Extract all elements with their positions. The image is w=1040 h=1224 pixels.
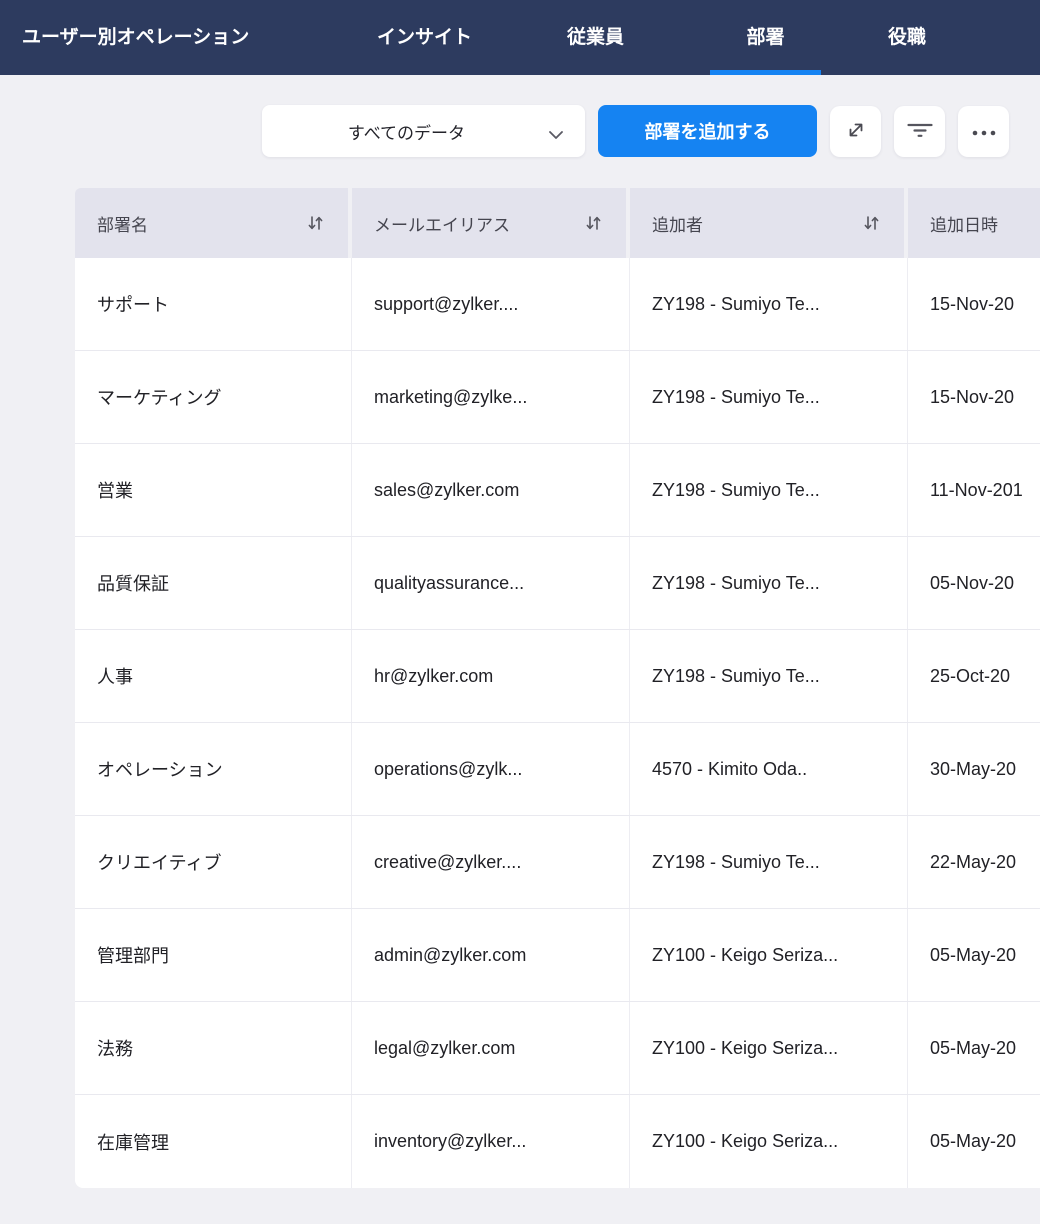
- chevron-down-icon: [549, 127, 563, 145]
- table-row[interactable]: 在庫管理 inventory@zylker... ZY100 - Keigo S…: [75, 1095, 1040, 1188]
- sort-icon[interactable]: [307, 214, 324, 232]
- departments-table: 部署名 メールエイリアス 追加者: [75, 188, 1040, 1188]
- cell-added-on: 11-Nov-201: [908, 444, 1040, 536]
- cell-mail-alias: hr@zylker.com: [352, 630, 630, 722]
- cell-added-on: 05-Nov-20: [908, 537, 1040, 629]
- cell-added-on: 05-May-20: [908, 1095, 1040, 1188]
- cell-added-by: ZY198 - Sumiyo Te...: [630, 630, 908, 722]
- tab-departments[interactable]: 部署: [710, 0, 821, 75]
- column-header-label: メールエイリアス: [374, 211, 510, 236]
- table-row[interactable]: 人事 hr@zylker.com ZY198 - Sumiyo Te... 25…: [75, 630, 1040, 723]
- column-header-label: 追加者: [652, 211, 703, 236]
- add-department-button[interactable]: 部署を追加する: [598, 105, 817, 157]
- cell-department-name: マーケティング: [75, 351, 352, 443]
- cell-department-name: 営業: [75, 444, 352, 536]
- table-row[interactable]: マーケティング marketing@zylke... ZY198 - Sumiy…: [75, 351, 1040, 444]
- cell-added-by: ZY100 - Keigo Seriza...: [630, 909, 908, 1001]
- table-row[interactable]: クリエイティブ creative@zylker.... ZY198 - Sumi…: [75, 816, 1040, 909]
- cell-department-name: 管理部門: [75, 909, 352, 1001]
- cell-added-on: 15-Nov-20: [908, 258, 1040, 350]
- column-header-department-name[interactable]: 部署名: [75, 188, 352, 258]
- cell-added-by: ZY198 - Sumiyo Te...: [630, 351, 908, 443]
- cell-mail-alias: inventory@zylker...: [352, 1095, 630, 1188]
- expand-view-button[interactable]: [830, 106, 881, 157]
- cell-added-by: ZY100 - Keigo Seriza...: [630, 1002, 908, 1094]
- table-row[interactable]: 管理部門 admin@zylker.com ZY100 - Keigo Seri…: [75, 909, 1040, 1002]
- cell-added-by: ZY198 - Sumiyo Te...: [630, 444, 908, 536]
- cell-mail-alias: creative@zylker....: [352, 816, 630, 908]
- table-body: サポート support@zylker.... ZY198 - Sumiyo T…: [75, 258, 1040, 1188]
- table-row[interactable]: 品質保証 qualityassurance... ZY198 - Sumiyo …: [75, 537, 1040, 630]
- column-header-mail-alias[interactable]: メールエイリアス: [352, 188, 630, 258]
- cell-mail-alias: operations@zylk...: [352, 723, 630, 815]
- column-header-label: 追加日時: [930, 211, 998, 236]
- cell-department-name: 法務: [75, 1002, 352, 1094]
- cell-department-name: 在庫管理: [75, 1095, 352, 1188]
- table-row[interactable]: 営業 sales@zylker.com ZY198 - Sumiyo Te...…: [75, 444, 1040, 537]
- cell-added-by: ZY198 - Sumiyo Te...: [630, 816, 908, 908]
- data-view-dropdown[interactable]: すべてのデータ: [262, 105, 585, 157]
- cell-added-by: 4570 - Kimito Oda..: [630, 723, 908, 815]
- active-tab-indicator: [710, 70, 821, 75]
- cell-added-by: ZY100 - Keigo Seriza...: [630, 1095, 908, 1188]
- tab-departments-label: 部署: [746, 27, 784, 48]
- filter-button[interactable]: [894, 106, 945, 157]
- cell-mail-alias: sales@zylker.com: [352, 444, 630, 536]
- column-header-label: 部署名: [97, 211, 148, 236]
- cell-department-name: 人事: [75, 630, 352, 722]
- filter-icon: [907, 122, 933, 141]
- cell-mail-alias: qualityassurance...: [352, 537, 630, 629]
- toolbar: すべてのデータ 部署を追加する: [0, 105, 1040, 157]
- tab-employees[interactable]: 従業員: [567, 0, 624, 75]
- cell-added-on: 25-Oct-20: [908, 630, 1040, 722]
- cell-added-on: 05-May-20: [908, 909, 1040, 1001]
- tab-designations[interactable]: 役職: [888, 0, 926, 75]
- cell-added-by: ZY198 - Sumiyo Te...: [630, 537, 908, 629]
- expand-icon: [845, 119, 867, 144]
- table-row[interactable]: 法務 legal@zylker.com ZY100 - Keigo Seriza…: [75, 1002, 1040, 1095]
- data-view-dropdown-value: すべてのデータ: [348, 119, 499, 144]
- cell-added-on: 22-May-20: [908, 816, 1040, 908]
- top-navigation: ユーザー別オペレーション インサイト 従業員 部署 役職: [0, 0, 1040, 75]
- cell-added-by: ZY198 - Sumiyo Te...: [630, 258, 908, 350]
- tab-insights[interactable]: インサイト: [377, 0, 472, 75]
- cell-department-name: 品質保証: [75, 537, 352, 629]
- cell-added-on: 30-May-20: [908, 723, 1040, 815]
- column-header-added-by[interactable]: 追加者: [630, 188, 908, 258]
- app-window: ユーザー別オペレーション インサイト 従業員 部署 役職 すべてのデータ 部署を…: [0, 0, 1040, 1224]
- cell-department-name: クリエイティブ: [75, 816, 352, 908]
- sort-icon[interactable]: [585, 214, 602, 232]
- cell-added-on: 15-Nov-20: [908, 351, 1040, 443]
- tab-user-operations[interactable]: ユーザー別オペレーション: [22, 0, 249, 75]
- cell-mail-alias: admin@zylker.com: [352, 909, 630, 1001]
- column-header-added-on[interactable]: 追加日時: [908, 188, 1040, 258]
- more-options-icon: [972, 124, 996, 139]
- table-header-row: 部署名 メールエイリアス 追加者: [75, 188, 1040, 258]
- cell-department-name: サポート: [75, 258, 352, 350]
- table-row[interactable]: サポート support@zylker.... ZY198 - Sumiyo T…: [75, 258, 1040, 351]
- more-options-button[interactable]: [958, 106, 1009, 157]
- cell-mail-alias: marketing@zylke...: [352, 351, 630, 443]
- cell-mail-alias: legal@zylker.com: [352, 1002, 630, 1094]
- table-row[interactable]: オペレーション operations@zylk... 4570 - Kimito…: [75, 723, 1040, 816]
- cell-mail-alias: support@zylker....: [352, 258, 630, 350]
- sort-icon[interactable]: [863, 214, 880, 232]
- cell-department-name: オペレーション: [75, 723, 352, 815]
- cell-added-on: 05-May-20: [908, 1002, 1040, 1094]
